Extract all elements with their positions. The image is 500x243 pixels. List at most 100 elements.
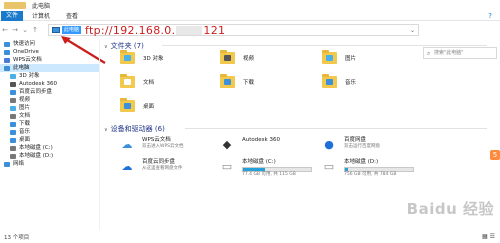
sidebar-item-label: 网络 xyxy=(13,161,25,167)
title-bar: 此电脑 xyxy=(0,0,500,11)
sidebar-item-icon xyxy=(10,81,16,87)
sidebar-item[interactable]: 本地磁盘 (C:) xyxy=(0,144,99,152)
sidebar-item-icon xyxy=(10,153,16,159)
device-subtitle: 756 GB 可用, 共 784 GB xyxy=(344,172,397,177)
sidebar-item-icon xyxy=(4,65,10,71)
device-item[interactable]: ◆ Autodesk 360 xyxy=(218,137,280,152)
sidebar-item[interactable]: 图片 xyxy=(0,104,99,112)
folder-icon xyxy=(220,50,235,64)
sidebar-item[interactable]: 此电脑 xyxy=(0,64,99,72)
cloud-icon: ☁ xyxy=(121,138,133,151)
sidebar-item[interactable]: 快速访问 xyxy=(0,40,99,48)
quick-access-toolbar[interactable] xyxy=(4,2,26,9)
folder-item[interactable]: 视频 xyxy=(220,50,255,64)
sidebar-item[interactable]: 桌面 xyxy=(0,136,99,144)
tab-view[interactable]: 查看 xyxy=(59,11,85,20)
sidebar-item-icon xyxy=(10,145,16,151)
navigation-row: ← → ⌄ ↑ 此电脑 ftp://192.168.0. 121 ⌄ ⌕ 搜索"此… xyxy=(0,23,500,59)
folder-item[interactable]: 音乐 xyxy=(322,74,357,88)
redaction-mask xyxy=(176,26,203,35)
device-name: 百度网盘 xyxy=(344,137,367,143)
up-arrow-icon[interactable]: ↑ xyxy=(30,26,40,34)
baidu-pan-icon: ● xyxy=(324,138,334,151)
folder-label: 图片 xyxy=(345,56,357,62)
sidebar-item-label: 下载 xyxy=(19,121,31,127)
sidebar-item[interactable]: 下载 xyxy=(0,120,99,128)
sidebar-item-label: 桌面 xyxy=(19,137,31,143)
sidebar-item-label: 本地磁盘 (C:) xyxy=(19,145,53,151)
sidebar-item-label: 此电脑 xyxy=(13,65,30,71)
sidebar-item[interactable]: 音乐 xyxy=(0,128,99,136)
tab-file[interactable]: 文件 xyxy=(1,10,24,21)
navigation-pane: 快速访问 OneDrive WPS云文档 此电脑 3D 对象 Autodesk 360 百度… xyxy=(0,40,99,230)
folder-item[interactable]: 图片 xyxy=(322,50,357,64)
folder-item[interactable]: 3D 对象 xyxy=(120,50,163,64)
forward-arrow-icon[interactable]: → xyxy=(10,26,20,34)
sidebar-item[interactable]: 3D 对象 xyxy=(0,72,99,80)
sidebar-item[interactable]: 视频 xyxy=(0,96,99,104)
sidebar-item-icon xyxy=(10,137,16,143)
sidebar-item[interactable]: OneDrive xyxy=(0,48,99,56)
side-badge: 5 xyxy=(490,150,500,160)
sidebar-item-label: Autodesk 360 xyxy=(19,81,57,87)
folder-icon xyxy=(322,50,337,64)
sidebar-item-label: 文档 xyxy=(19,113,31,119)
sidebar-item-icon xyxy=(10,113,16,119)
back-arrow-icon[interactable]: ← xyxy=(0,26,10,34)
device-item[interactable]: ▭ 本地磁盘 (D:) 756 GB 可用, 共 784 GB xyxy=(320,159,414,178)
sidebar-item[interactable]: 本地磁盘 (D:) xyxy=(0,152,99,160)
address-dropdown-icon[interactable]: ⌄ xyxy=(410,27,415,34)
folder-item[interactable]: 桌面 xyxy=(120,98,155,112)
devices-group-header[interactable]: ∨ 设备和驱动器 (6) xyxy=(104,124,165,134)
folder-icon xyxy=(120,98,135,112)
device-name: Autodesk 360 xyxy=(242,137,280,143)
folder-label: 下载 xyxy=(243,80,255,86)
device-name: 本地磁盘 (D:) xyxy=(344,159,379,165)
folder-icon xyxy=(120,50,135,64)
folder-label: 桌面 xyxy=(143,104,155,110)
device-subtitle: 双击进入WPS云文档 xyxy=(142,144,184,149)
divider xyxy=(185,128,487,129)
ribbon-tabs: 文件 计算机 查看 ? xyxy=(0,10,500,21)
sidebar-item-label: OneDrive xyxy=(13,49,39,55)
sidebar-item[interactable]: 文档 xyxy=(0,112,99,120)
sidebar-item-label: 图片 xyxy=(19,105,31,111)
folder-label: 音乐 xyxy=(345,80,357,86)
folder-icon xyxy=(322,74,337,88)
sidebar-item-label: 快速访问 xyxy=(13,41,36,47)
recent-dropdown-icon[interactable]: ⌄ xyxy=(20,26,30,34)
device-item[interactable]: ☁ 百度云同步盘 从这里查看网盘文件 xyxy=(118,159,183,174)
sidebar-item-icon xyxy=(10,129,16,135)
sidebar-item-label: 视频 xyxy=(19,97,31,103)
sidebar-item-icon xyxy=(4,57,10,63)
device-item[interactable]: ▭ 本地磁盘 (C:) 77.4 GB 可用, 共 115 GB xyxy=(218,159,312,178)
folder-item[interactable]: 下载 xyxy=(220,74,255,88)
device-subtitle: 从这里查看网盘文件 xyxy=(142,166,183,171)
autodesk-icon: ◆ xyxy=(222,138,232,151)
device-name: 百度云同步盘 xyxy=(142,159,176,165)
sidebar-item-icon xyxy=(10,89,16,95)
sidebar-item[interactable]: 百度云同步盘 xyxy=(0,88,99,96)
drive-d-icon: ▭ xyxy=(323,160,335,173)
sidebar-item-icon xyxy=(4,161,10,167)
sidebar-item-icon xyxy=(10,97,16,103)
device-item[interactable]: ☁ WPS云文档 双击进入WPS云文档 xyxy=(118,137,184,152)
file-explorer-window: 此电脑 文件 计算机 查看 ? ← → ⌄ ↑ 此电脑 ftp://192.16… xyxy=(0,0,500,243)
device-name: 本地磁盘 (C:) xyxy=(242,159,276,165)
address-bar[interactable]: 此电脑 ftp://192.168.0. 121 ⌄ xyxy=(48,24,419,37)
divider xyxy=(162,45,487,46)
sidebar-item[interactable]: Autodesk 360 xyxy=(0,80,99,88)
folder-item[interactable]: 文档 xyxy=(120,74,154,88)
help-icon[interactable]: ? xyxy=(488,12,492,20)
address-selected-text: 此电脑 xyxy=(62,26,82,34)
sidebar-item[interactable]: 网络 xyxy=(0,160,99,168)
view-toggle[interactable]: ▦ ☰ xyxy=(482,233,495,240)
sidebar-item[interactable]: WPS云文档 xyxy=(0,56,99,64)
device-subtitle: 双击运行百度网盘 xyxy=(344,144,380,149)
device-item[interactable]: ● 百度网盘 双击运行百度网盘 xyxy=(320,137,380,152)
tab-computer[interactable]: 计算机 xyxy=(25,11,57,20)
sidebar-item-icon xyxy=(10,105,16,111)
sidebar-item-label: WPS云文档 xyxy=(13,57,42,63)
folder-label: 视频 xyxy=(243,56,255,62)
sidebar-item-label: 本地磁盘 (D:) xyxy=(19,153,54,159)
